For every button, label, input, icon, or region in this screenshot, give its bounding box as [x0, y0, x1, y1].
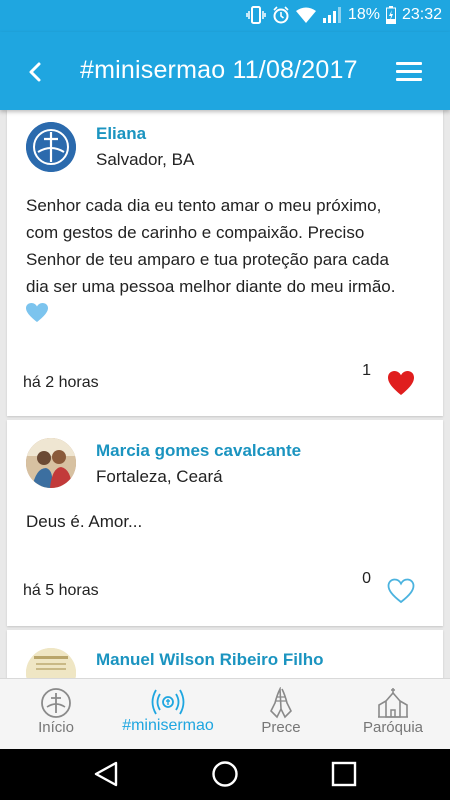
post-author[interactable]: Marcia gomes cavalcante	[96, 441, 301, 461]
nav-prece[interactable]: Prece	[236, 679, 326, 749]
wifi-icon	[295, 7, 316, 23]
clock: 23:32	[401, 6, 442, 23]
avatar[interactable]	[26, 438, 76, 488]
avatar[interactable]	[26, 648, 76, 678]
status-icons: 18% 23:32	[246, 5, 442, 25]
post-time: há 2 horas	[23, 374, 99, 391]
avatar[interactable]	[26, 122, 76, 172]
feed[interactable]: Eliana Salvador, BA Senhor cada dia eu t…	[0, 110, 450, 678]
nav-label: Prece	[261, 719, 301, 736]
post-text-line: com gestos de carinho e compaixão. Preci…	[26, 223, 365, 242]
battery-charging-icon	[385, 6, 396, 24]
system-recents-icon[interactable]	[330, 760, 358, 788]
vibrate-icon	[246, 6, 266, 24]
post-text-line: Senhor cada dia eu tento amar o meu próx…	[26, 196, 382, 215]
nav-label: Paróquia	[362, 719, 424, 736]
post-text: Senhor cada dia eu tento amar o meu próx…	[26, 192, 421, 331]
battery-percent: 18%	[347, 6, 380, 23]
page-title: #minisermao 11/08/2017	[80, 56, 358, 84]
nav-label: #minisermao	[122, 717, 214, 734]
like-count: 1	[362, 362, 371, 379]
post-text-line: Senhor de teu amparo e tua proteção para…	[26, 250, 389, 269]
heart-filled-icon[interactable]	[387, 370, 415, 396]
system-navigation-bar	[0, 748, 450, 800]
home-logo-icon	[41, 688, 71, 718]
hamburger-menu-icon[interactable]	[396, 62, 422, 84]
system-home-icon[interactable]	[211, 760, 239, 788]
post-author[interactable]: Eliana	[96, 124, 146, 144]
nav-paroquia[interactable]: Paróquia	[348, 679, 438, 749]
post-text-line: Deus é. Amor...	[26, 512, 143, 531]
like-count: 0	[362, 570, 371, 587]
post-time: há 5 horas	[23, 582, 99, 599]
system-back-icon[interactable]	[92, 760, 120, 788]
blue-heart-emoji-icon	[26, 303, 48, 322]
profile-photo-icon	[26, 438, 76, 488]
logo-icon	[26, 122, 76, 172]
church-icon	[378, 688, 408, 718]
profile-photo-icon	[26, 648, 76, 678]
bottom-navigation: Início #minisermao Prece Paróquia	[0, 678, 450, 749]
praying-hands-icon	[270, 687, 292, 719]
nav-label: Início	[38, 719, 74, 736]
app-bar: #minisermao 11/08/2017	[0, 32, 450, 110]
post-location: Salvador, BA	[96, 150, 195, 169]
heart-outline-icon[interactable]	[387, 578, 415, 604]
alarm-icon	[273, 6, 289, 24]
post-card: Eliana Salvador, BA Senhor cada dia eu t…	[7, 110, 443, 416]
post-text-line: dia ser uma pessoa melhor diante do meu …	[26, 277, 396, 296]
post-card: Marcia gomes cavalcante Fortaleza, Ceará…	[7, 420, 443, 626]
nav-minisermao[interactable]: #minisermao	[108, 679, 228, 749]
nav-inicio[interactable]: Início	[10, 679, 102, 749]
post-author[interactable]: Manuel Wilson Ribeiro Filho	[96, 650, 323, 670]
broadcast-icon	[151, 689, 185, 715]
signal-icon	[322, 7, 341, 23]
post-text: Deus é. Amor...	[26, 508, 421, 535]
post-card: Manuel Wilson Ribeiro Filho	[7, 630, 443, 678]
back-arrow-icon[interactable]	[22, 58, 50, 86]
status-bar: 18% 23:32	[0, 0, 450, 32]
post-location: Fortaleza, Ceará	[96, 467, 223, 486]
